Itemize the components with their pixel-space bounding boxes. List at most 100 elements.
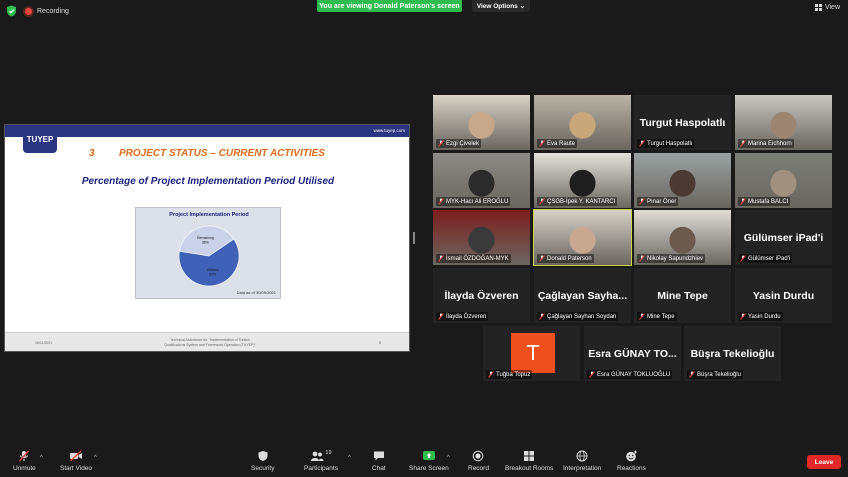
interpretation-button[interactable]: Interpretation: [563, 450, 601, 472]
participant-name-tag: ÇSGB-İpek Y. KANTARCI: [537, 197, 618, 206]
participant-name-tag: Turgut Haspolatlı: [637, 139, 695, 148]
security-button[interactable]: Security: [251, 450, 274, 472]
participant-tile[interactable]: Mustafa BALCI: [735, 153, 832, 208]
microphone-muted-icon: [639, 255, 645, 262]
view-button[interactable]: View: [814, 4, 840, 11]
participant-name-tag: Ezgi Çivelek: [436, 139, 482, 148]
participant-tile[interactable]: Büşra Tekelioğlu Büşra Tekelioğlu: [684, 326, 781, 381]
participant-tile[interactable]: İsmail ÖZDOĞAN-MYK: [433, 210, 530, 265]
slide-url: www.tuyep.com: [373, 128, 405, 133]
microphone-muted-icon: [539, 313, 545, 320]
participant-tile[interactable]: Çağlayan Sayha... Çağlayan Sayhan Soydan: [534, 268, 631, 323]
record-icon: [473, 450, 484, 462]
microphone-muted-icon: [19, 450, 30, 462]
breakout-rooms-button[interactable]: Breakout Rooms: [505, 450, 553, 472]
slide-footer-page: 8: [379, 341, 381, 345]
splitter-handle[interactable]: [413, 232, 415, 244]
participant-tile[interactable]: Yasin Durdu Yasin Durdu: [735, 268, 832, 323]
interpretation-label: Interpretation: [563, 465, 602, 472]
shield-check-icon[interactable]: [6, 5, 17, 17]
participant-name: Pınar Öner: [647, 198, 677, 205]
microphone-muted-icon: [589, 371, 595, 378]
chart-note: Data as of 30/09/2021: [236, 290, 276, 295]
participant-tile[interactable]: Gülümser iPad'i Gülümser iPad'i: [735, 210, 832, 265]
participant-tile[interactable]: Nikolay Sapundzhiev: [634, 210, 731, 265]
chat-icon: [373, 451, 384, 461]
pie-chart-svg: Remaining38% Utilized62%: [178, 225, 240, 287]
chevron-down-icon: ⌄: [519, 3, 526, 10]
reactions-button[interactable]: Reactions: [617, 450, 646, 472]
microphone-muted-icon: [639, 313, 645, 320]
slide-footer: 16/11/2021 Technical Assistance for "Imp…: [5, 332, 409, 351]
people-icon: [311, 451, 324, 461]
share-screen-button[interactable]: Share Screen: [409, 450, 449, 472]
grid-icon: [814, 4, 822, 11]
zoom-meeting-window: Recording You are viewing Donald Paterso…: [0, 0, 848, 477]
participant-tile[interactable]: Donald Paterson: [533, 209, 632, 266]
chat-label: Chat: [372, 465, 386, 472]
start-video-button[interactable]: Start Video: [60, 450, 92, 472]
participant-name-tag: Pınar Öner: [637, 197, 679, 206]
pie-value-label: 38%: [202, 240, 209, 244]
participant-name: Eva Raute: [547, 140, 576, 147]
participant-tile[interactable]: Eva Raute: [534, 95, 631, 150]
microphone-muted-icon: [539, 198, 545, 205]
view-options-button[interactable]: View Options ⌄: [472, 0, 530, 12]
avatar: T: [511, 333, 555, 373]
participant-tile[interactable]: MYK-Hacı Ali EROĞLU: [433, 153, 530, 208]
share-options-caret[interactable]: ^: [447, 455, 450, 461]
participant-tile[interactable]: Turgut Haspolatlı Turgut Haspolatlı: [634, 95, 731, 150]
leave-button[interactable]: Leave: [807, 455, 841, 469]
view-options-label: View Options: [476, 2, 518, 10]
participant-tile[interactable]: İlayda Özveren İlayda Özveren: [433, 268, 530, 323]
participant-tile[interactable]: Esra GÜNAY TO... Esra GÜNAY TOKLUOĞLU: [584, 326, 681, 381]
shared-screen-slide: www.tuyep.com TUYEP 3 PROJECT STATUS – C…: [4, 124, 410, 352]
participant-name: MYK-Hacı Ali EROĞLU: [446, 198, 509, 205]
participants-options-caret[interactable]: ^: [348, 455, 351, 461]
participant-name: Büşra Tekelioğlu: [697, 371, 741, 378]
participant-name: Çağlayan Sayhan Soydan: [547, 313, 617, 320]
view-button-label: View: [824, 4, 840, 11]
recording-indicator[interactable]: Recording: [25, 4, 69, 18]
participant-name-tag: Eva Raute: [537, 139, 578, 148]
participant-tile[interactable]: T Tuğba Topuz: [483, 326, 580, 381]
record-button[interactable]: Record: [468, 450, 489, 472]
participant-tile[interactable]: Mine Tepe Mine Tepe: [634, 268, 731, 323]
slide-title: PROJECT STATUS – CURRENT ACTIVITIES: [119, 148, 325, 159]
participant-name: Ezgi Çivelek: [446, 140, 480, 147]
microphone-muted-icon: [438, 198, 444, 205]
video-off-icon: [70, 450, 83, 462]
participant-tile[interactable]: Ezgi Çivelek: [433, 95, 530, 150]
pie-label: Utilized: [207, 268, 219, 272]
participant-name: İlayda Özveren: [446, 313, 487, 320]
record-label: Record: [468, 465, 489, 472]
participant-name: Mustafa BALCI: [748, 198, 789, 205]
participant-name-tag: Esra GÜNAY TOKLUOĞLU: [587, 370, 673, 379]
unmute-label: Unmute: [13, 465, 36, 472]
microphone-muted-icon: [689, 371, 695, 378]
microphone-muted-icon: [488, 371, 494, 378]
pie-label: Remaining: [197, 236, 214, 240]
participant-name: Yasin Durdu: [748, 313, 781, 320]
audio-options-caret[interactable]: ^: [40, 455, 43, 461]
participant-name-tag: Çağlayan Sayhan Soydan: [537, 312, 619, 321]
participant-tile[interactable]: Pınar Öner: [634, 153, 731, 208]
unmute-button[interactable]: Unmute: [13, 450, 36, 472]
participant-name-tag: Mine Tepe: [637, 312, 677, 321]
microphone-muted-icon: [539, 255, 545, 262]
participant-name: İsmail ÖZDOĞAN-MYK: [446, 255, 509, 262]
participants-count: 19: [325, 450, 332, 456]
chat-button[interactable]: Chat: [372, 450, 386, 472]
participant-name: Gülümser iPad'i: [748, 255, 791, 262]
microphone-muted-icon: [639, 140, 645, 147]
video-options-caret[interactable]: ^: [94, 455, 97, 461]
participant-tile[interactable]: ÇSGB-İpek Y. KANTARCI: [534, 153, 631, 208]
tuyep-logo: TUYEP: [23, 125, 57, 153]
participants-button[interactable]: 19 Participants: [304, 450, 338, 472]
participant-name: Nikolay Sapundzhiev: [647, 255, 704, 262]
participant-tile[interactable]: Marina Eichhorn: [735, 95, 832, 150]
participant-name-tag: Büşra Tekelioğlu: [687, 370, 743, 379]
participant-name-tag: Donald Paterson: [537, 254, 594, 263]
pie-value-label: 62%: [209, 273, 216, 277]
participant-name-tag: Gülümser iPad'i: [738, 254, 793, 263]
